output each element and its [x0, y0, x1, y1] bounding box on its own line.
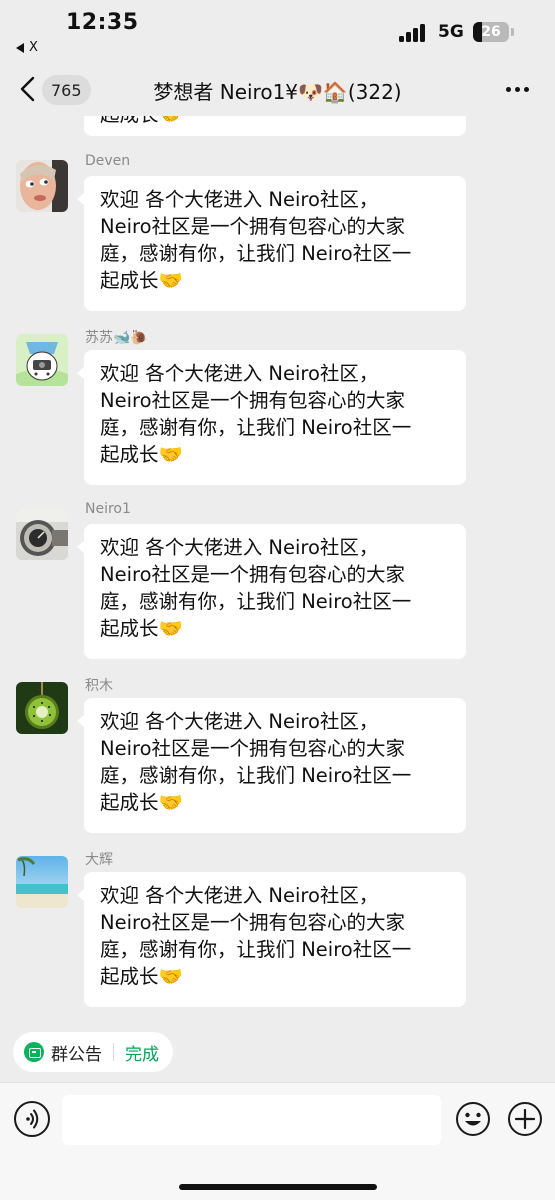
more-actions-plus-icon[interactable]: [507, 1101, 543, 1137]
notice-divider: [113, 1043, 114, 1061]
avatar-beach-photo-icon[interactable]: [16, 856, 68, 908]
back-app-label: X: [29, 40, 38, 55]
message-line: 欢迎 各个大佬进入 Neiro社区，: [100, 710, 379, 733]
home-indicator[interactable]: [179, 1184, 377, 1190]
group-notice-pill[interactable]: 群公告 完成: [13, 1032, 173, 1072]
emoji-icon[interactable]: [455, 1101, 491, 1137]
message-bubble[interactable]: 欢迎 各个大佬进入 Neiro社区， Neiro社区是一个拥有包容心的大家 庭，…: [77, 524, 466, 659]
battery-level: 26: [481, 24, 501, 40]
list-item: 大辉 欢迎 各个大佬进入 Neiro社区， Neiro社区是一个拥有包容心的大家…: [0, 852, 555, 1016]
message-line: 庭，感谢有你，让我们 Neiro社区一: [100, 416, 412, 439]
message-bubble[interactable]: 欢迎 各个大佬进入 Neiro社区， Neiro社区是一个拥有包容心的大家 庭，…: [77, 350, 466, 485]
battery-cap: [511, 28, 514, 36]
message-line: Neiro社区是一个拥有包容心的大家: [100, 911, 406, 934]
message-line: Neiro社区是一个拥有包容心的大家: [100, 389, 406, 412]
message-line: 起成长🤝: [100, 269, 183, 292]
voice-input-icon[interactable]: [14, 1101, 50, 1137]
back-to-app-link[interactable]: X: [16, 40, 38, 55]
message-line: 起成长🤝: [100, 965, 183, 988]
message-line: 起成长🤝: [100, 617, 183, 640]
notice-done-button[interactable]: 完成: [125, 1040, 159, 1065]
message-bubble[interactable]: 欢迎 各个大佬进入 Neiro社区， Neiro社区是一个拥有包容心的大家 庭，…: [77, 698, 466, 833]
message-line: 欢迎 各个大佬进入 Neiro社区，: [100, 362, 379, 385]
sender-name: Neiro1: [85, 501, 131, 517]
group-notice-label: 群公告: [51, 1044, 102, 1065]
message-bubble[interactable]: 欢迎 各个大佬进入 Neiro社区， Neiro社区是一个拥有包容心的大家 庭，…: [77, 872, 466, 1007]
message-line: 庭，感谢有你，让我们 Neiro社区一: [100, 938, 412, 961]
chat-nav-bar: 765 梦想者 Neiro1¥🐶🏠(322): [0, 62, 555, 116]
avatar-cartoon-cat-icon[interactable]: [16, 334, 68, 386]
list-item: 积木 欢迎 各个大佬进入 Neiro社区， Neiro社区是一个拥有包容心的大家…: [0, 678, 555, 842]
message-line: 庭，感谢有你，让我们 Neiro社区一: [100, 764, 412, 787]
message-line: 起成长🤝: [100, 443, 183, 466]
message-list[interactable]: 起成长🤝 Deven 欢迎 各个大佬进入 Neiro社区， Neiro社区是一个…: [0, 116, 555, 1020]
message-line: Neiro社区是一个拥有包容心的大家: [100, 215, 406, 238]
message-line: 欢迎 各个大佬进入 Neiro社区，: [100, 536, 379, 559]
signal-icon: [399, 24, 429, 42]
status-bar: 12:35 X 5G 26: [0, 0, 555, 62]
sender-name: 积木: [85, 678, 113, 694]
message-line: Neiro社区是一个拥有包容心的大家: [100, 737, 406, 760]
network-type: 5G: [438, 22, 464, 42]
battery-icon: 26: [473, 22, 509, 42]
sender-name: Deven: [85, 153, 131, 169]
message-bubble[interactable]: 欢迎 各个大佬进入 Neiro社区， Neiro社区是一个拥有包容心的大家 庭，…: [77, 176, 466, 311]
message-line: 欢迎 各个大佬进入 Neiro社区，: [100, 188, 379, 211]
partial-message-text: 起成长🤝: [100, 116, 183, 128]
partial-message-bubble: 起成长🤝: [84, 116, 466, 136]
chat-input-bar: [0, 1082, 555, 1200]
notice-board-icon: [24, 1042, 44, 1062]
avatar-watch-photo-icon[interactable]: [16, 508, 68, 560]
message-line: 庭，感谢有你，让我们 Neiro社区一: [100, 242, 412, 265]
list-item: 苏苏🐋🐌 欢迎 各个大佬进入 Neiro社区， Neiro社区是一个拥有包容心的…: [0, 330, 555, 494]
status-time: 12:35: [66, 10, 139, 35]
list-item: Deven 欢迎 各个大佬进入 Neiro社区， Neiro社区是一个拥有包容心…: [0, 153, 555, 320]
message-line: 庭，感谢有你，让我们 Neiro社区一: [100, 590, 412, 613]
message-input[interactable]: [62, 1095, 441, 1145]
sender-name: 苏苏🐋🐌: [85, 330, 148, 346]
message-line: Neiro社区是一个拥有包容心的大家: [100, 563, 406, 586]
unread-count-badge[interactable]: 765: [42, 75, 91, 105]
chat-title: 梦想者 Neiro1¥🐶🏠(322): [153, 80, 402, 104]
message-line: 欢迎 各个大佬进入 Neiro社区，: [100, 884, 379, 907]
avatar-kiwi-photo-icon[interactable]: [16, 682, 68, 734]
more-options-icon[interactable]: [504, 86, 532, 94]
avatar-face-photo-icon[interactable]: [16, 160, 68, 212]
back-triangle-icon: [16, 42, 24, 53]
message-line: 起成长🤝: [100, 791, 183, 814]
sender-name: 大辉: [85, 852, 113, 868]
back-chevron-icon[interactable]: [18, 76, 40, 102]
list-item: Neiro1 欢迎 各个大佬进入 Neiro社区， Neiro社区是一个拥有包容…: [0, 501, 555, 668]
